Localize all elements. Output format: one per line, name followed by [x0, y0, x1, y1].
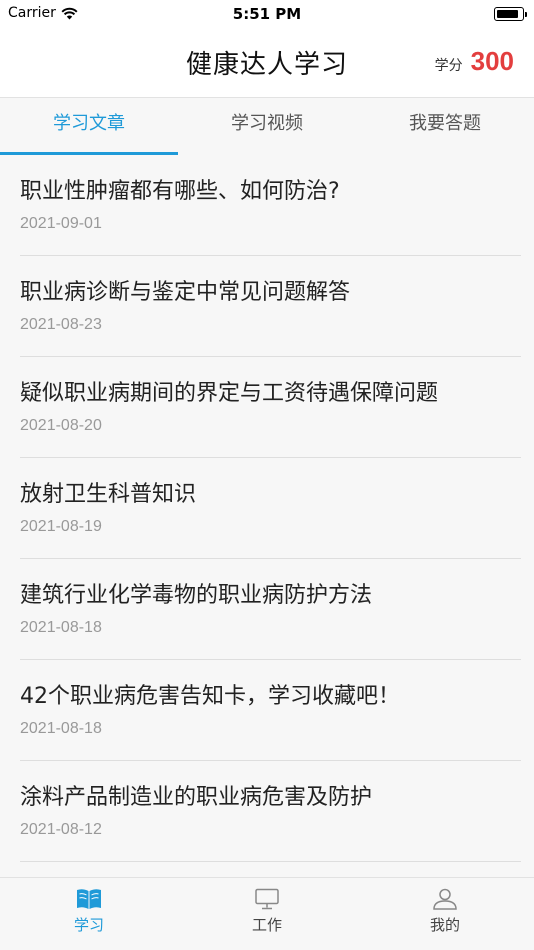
tab-videos[interactable]: 学习视频	[178, 99, 356, 155]
monitor-icon	[255, 888, 279, 910]
tab-articles[interactable]: 学习文章	[0, 99, 178, 155]
article-date: 2021-08-23	[20, 316, 102, 333]
article-date: 2021-08-20	[20, 417, 102, 434]
status-bar: Carrier 5:51 PM	[0, 0, 534, 30]
article-date: 2021-09-01	[20, 215, 102, 232]
article-date: 2021-08-19	[20, 518, 102, 535]
bottom-tab-bar: 学习 工作 我的	[0, 877, 534, 950]
tabbar-label: 工作	[251, 916, 282, 934]
article-title: 职业病诊断与鉴定中常见问题解答	[20, 280, 351, 305]
article-title: 42个职业病危害告知卡，学习收藏吧！	[20, 684, 400, 709]
score-display: 学分 300	[435, 46, 514, 77]
article-title: 涂料产品制造业的职业病危害及防护	[20, 785, 373, 810]
article-title: 建筑行业化学毒物的职业病防护方法	[20, 583, 373, 608]
tabbar-item-work[interactable]: 工作	[178, 878, 356, 950]
article-item[interactable]: 职业性肿瘤都有哪些、如何防治? 2021-09-01	[20, 155, 521, 256]
person-icon	[433, 888, 457, 910]
status-time: 5:51 PM	[232, 5, 302, 23]
article-item[interactable]: 建筑行业化学毒物的职业病防护方法 2021-08-18	[20, 559, 521, 660]
article-title: 疑似职业病期间的界定与工资待遇保障问题	[20, 381, 439, 406]
article-title: 职业性肿瘤都有哪些、如何防治?	[20, 179, 340, 204]
article-item[interactable]: 放射卫生科普知识 2021-08-19	[20, 458, 521, 559]
article-date: 2021-08-18	[20, 619, 102, 636]
tabbar-item-study[interactable]: 学习	[0, 878, 178, 950]
article-item[interactable]: 疑似职业病期间的界定与工资待遇保障问题 2021-08-20	[20, 357, 521, 458]
book-icon	[77, 889, 101, 909]
tabbar-item-mine[interactable]: 我的	[356, 878, 534, 950]
tab-quiz[interactable]: 我要答题	[356, 99, 534, 155]
nav-bar: 健康达人学习 学分 300	[0, 30, 534, 98]
article-date: 2021-08-18	[20, 720, 102, 737]
article-list: 职业性肿瘤都有哪些、如何防治? 2021-09-01 职业病诊断与鉴定中常见问题…	[0, 155, 534, 877]
battery-icon	[494, 7, 527, 21]
article-item[interactable]: 职业病诊断与鉴定中常见问题解答 2021-08-23	[20, 256, 521, 357]
score-value: 300	[470, 46, 514, 76]
content-tabs: 学习文章 学习视频 我要答题	[0, 99, 534, 155]
score-label: 学分	[434, 58, 463, 74]
article-item[interactable]: 42个职业病危害告知卡，学习收藏吧！ 2021-08-18	[20, 660, 521, 761]
article-item[interactable]: 涂料产品制造业的职业病危害及防护 2021-08-12	[20, 761, 521, 862]
article-date: 2021-08-12	[20, 821, 102, 838]
article-title: 放射卫生科普知识	[20, 482, 197, 507]
tabbar-label: 我的	[429, 916, 460, 934]
tabbar-label: 学习	[73, 916, 104, 934]
